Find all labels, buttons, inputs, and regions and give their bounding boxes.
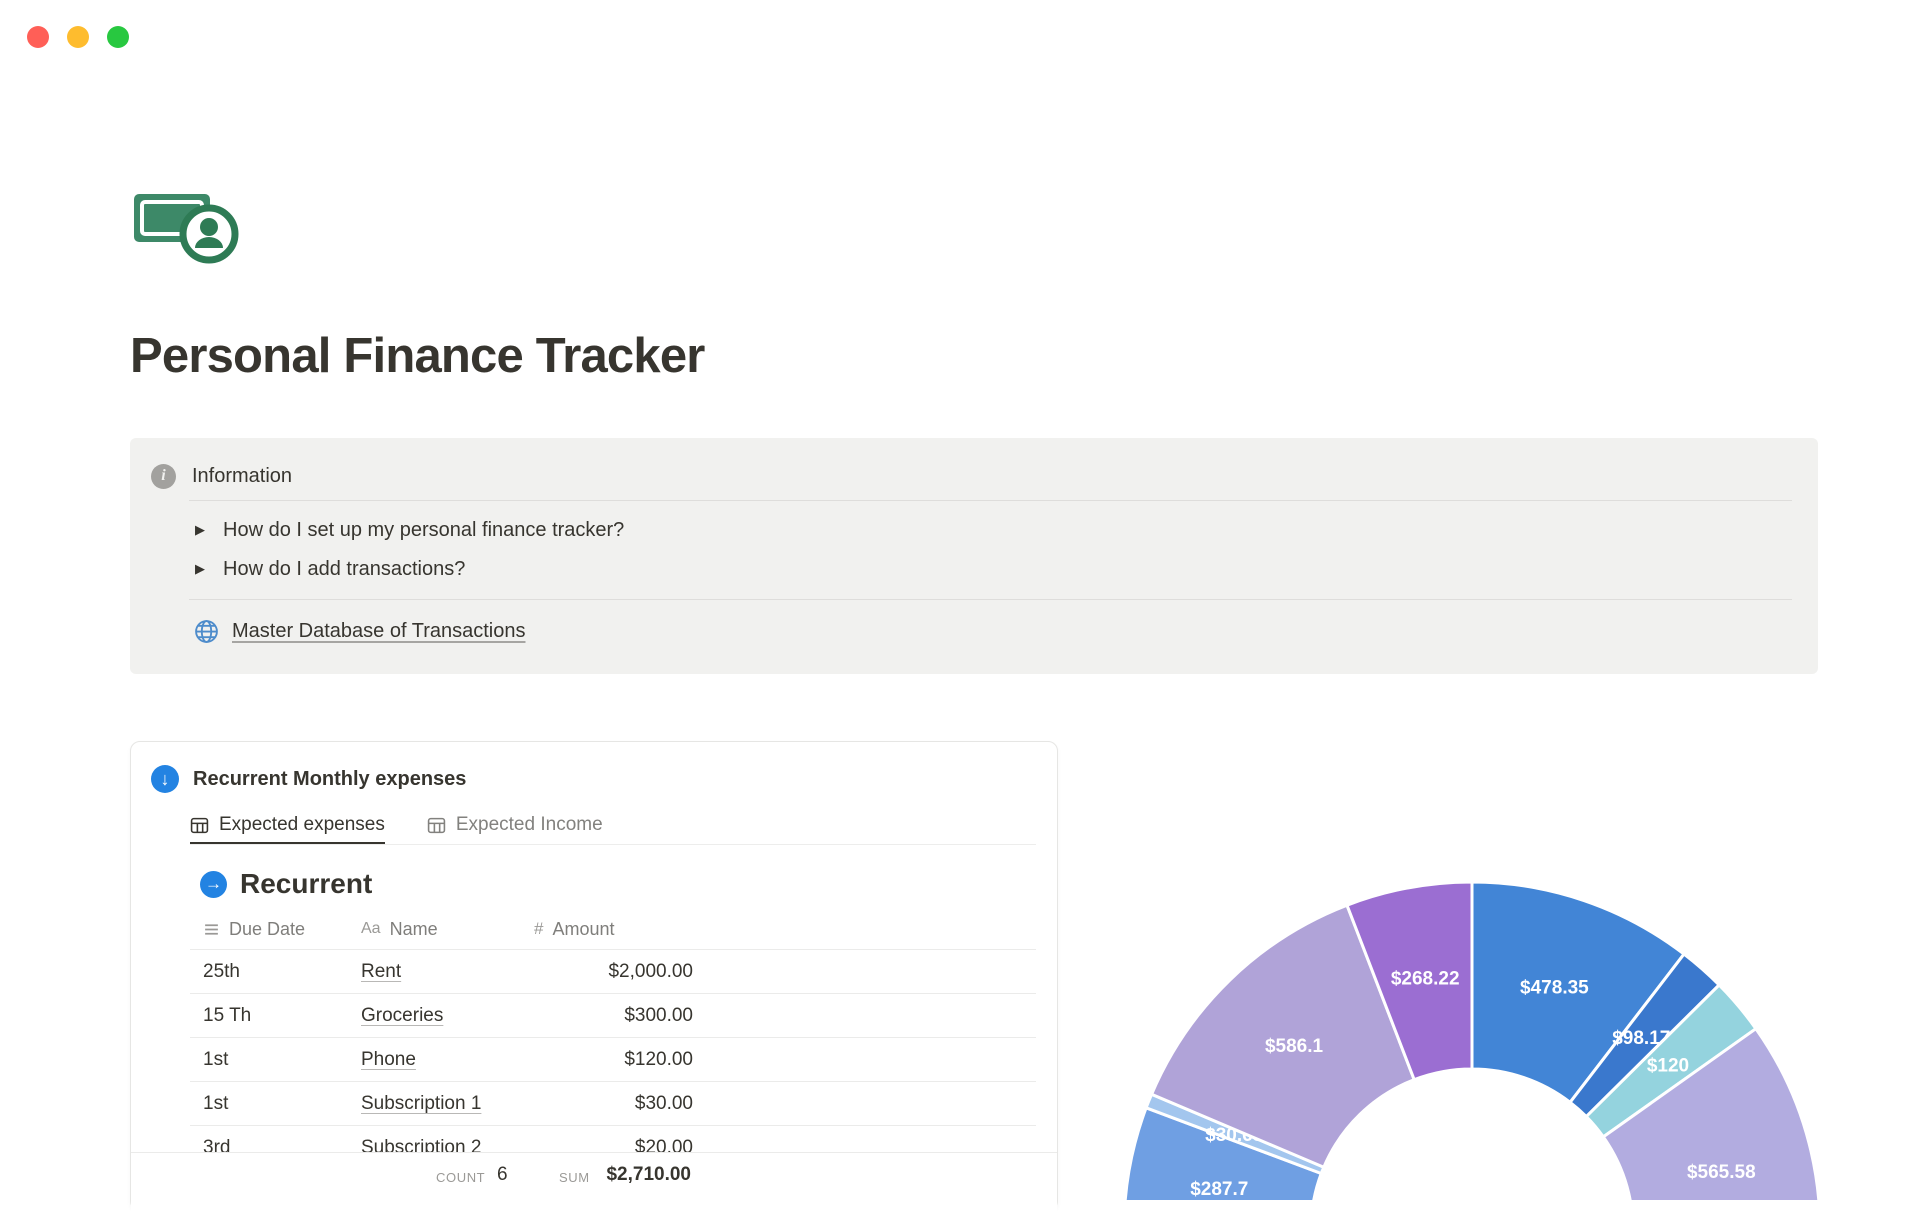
column-label: Amount [552, 918, 615, 939]
close-button[interactable] [27, 26, 49, 48]
recurrent-arrow-icon: → [200, 870, 227, 898]
master-database-link[interactable]: Master Database of Transactions [194, 614, 525, 648]
column-label: Due Date [229, 918, 306, 939]
recurrent-section-header: → Recurrent [200, 868, 372, 900]
page-title: Personal Finance Tracker [130, 329, 705, 383]
tab-label: Expected expenses [219, 814, 385, 835]
toggle-label: How do I set up my personal finance trac… [223, 518, 625, 541]
info-icon: i [151, 463, 176, 489]
count-value: 6 [497, 1164, 508, 1185]
toggle-add-transactions-question[interactable]: ▶ How do I add transactions? [192, 549, 465, 589]
table-row: 15 Th Groceries $300.00 [190, 993, 1036, 1037]
toggle-arrow-icon[interactable]: ▶ [192, 561, 208, 577]
callout-title: Information [192, 464, 293, 487]
cell-due-date[interactable]: 25th [190, 961, 361, 983]
table-row: 1st Phone $120.00 [190, 1037, 1036, 1081]
cell-due-date[interactable]: 15 Th [190, 1005, 361, 1027]
cell-due-date[interactable]: 1st [190, 1049, 361, 1071]
column-header-due-date[interactable]: Due Date [190, 909, 361, 949]
row-page-link[interactable]: Rent [361, 961, 401, 982]
window-controls [27, 26, 129, 48]
table-header: Due Date Aa Name # Amount [190, 909, 1036, 949]
cell-amount[interactable]: $120.00 [534, 1049, 693, 1071]
list-icon [205, 923, 218, 935]
table-body: 25th Rent $2,000.00 15 Th Groceries $300.00 1s… [190, 949, 1036, 1169]
column-header-name[interactable]: Aa Name [361, 909, 534, 949]
row-page-link[interactable]: Groceries [361, 1005, 443, 1026]
toggle-setup-question[interactable]: ▶ How do I set up my personal finance tr… [192, 510, 624, 550]
information-callout: i Information ▶ How do I set up my perso… [130, 438, 1818, 674]
cell-name[interactable]: Rent [361, 961, 534, 983]
zoom-button[interactable] [107, 26, 129, 48]
money-banknote-icon[interactable] [131, 184, 241, 266]
tab-label: Expected Income [455, 814, 603, 835]
table-row: 1st Subscription 1 $30.00 [190, 1081, 1036, 1125]
divider [189, 599, 1792, 600]
link-label: Master Database of Transactions [232, 619, 526, 642]
row-page-link[interactable]: Phone [361, 1049, 416, 1070]
table-view-icon [427, 817, 446, 833]
cell-amount[interactable]: $2,000.00 [534, 961, 693, 983]
card-title: Recurrent Monthly expenses [193, 767, 467, 790]
table-view-icon [190, 817, 209, 833]
toggle-arrow-icon[interactable]: ▶ [192, 522, 208, 538]
view-tabs: Expected expenses Expected Income [190, 806, 1036, 845]
section-title: Recurrent [240, 868, 373, 899]
callout-header: i Information [151, 461, 292, 491]
cell-amount[interactable]: $30.00 [534, 1093, 693, 1115]
cell-amount[interactable]: $300.00 [534, 1005, 693, 1027]
divider [189, 500, 1792, 501]
table-row: 25th Rent $2,000.00 [190, 949, 1036, 993]
sum-label[interactable]: SUM [559, 1170, 590, 1185]
recurrent-expenses-card: ↓ Recurrent Monthly expenses Expected ex… [130, 741, 1058, 1212]
sum-value: $2,710.00 [606, 1164, 691, 1185]
tab-expected-income[interactable]: Expected Income [427, 806, 603, 844]
cell-name[interactable]: Groceries [361, 1005, 534, 1027]
table-footer: COUNT 6 SUM $2,710.00 [131, 1152, 1057, 1212]
linked-database-icon: ↓ [151, 765, 179, 793]
row-page-link[interactable]: Subscription 1 [361, 1093, 481, 1114]
column-header-amount[interactable]: # Amount [534, 909, 693, 949]
tab-expected-expenses[interactable]: Expected expenses [190, 806, 385, 844]
column-label: Name [389, 918, 438, 939]
cell-due-date[interactable]: 1st [190, 1093, 361, 1115]
card-header: ↓ Recurrent Monthly expenses [151, 765, 466, 793]
count-label[interactable]: COUNT [436, 1170, 485, 1185]
toggle-label: How do I add transactions? [223, 557, 466, 580]
number-icon: # [534, 919, 544, 938]
cell-name[interactable]: Subscription 1 [361, 1093, 534, 1115]
minimize-button[interactable] [67, 26, 89, 48]
globe-icon [194, 619, 219, 644]
text-icon: Aa [361, 920, 381, 937]
cell-name[interactable]: Phone [361, 1049, 534, 1071]
